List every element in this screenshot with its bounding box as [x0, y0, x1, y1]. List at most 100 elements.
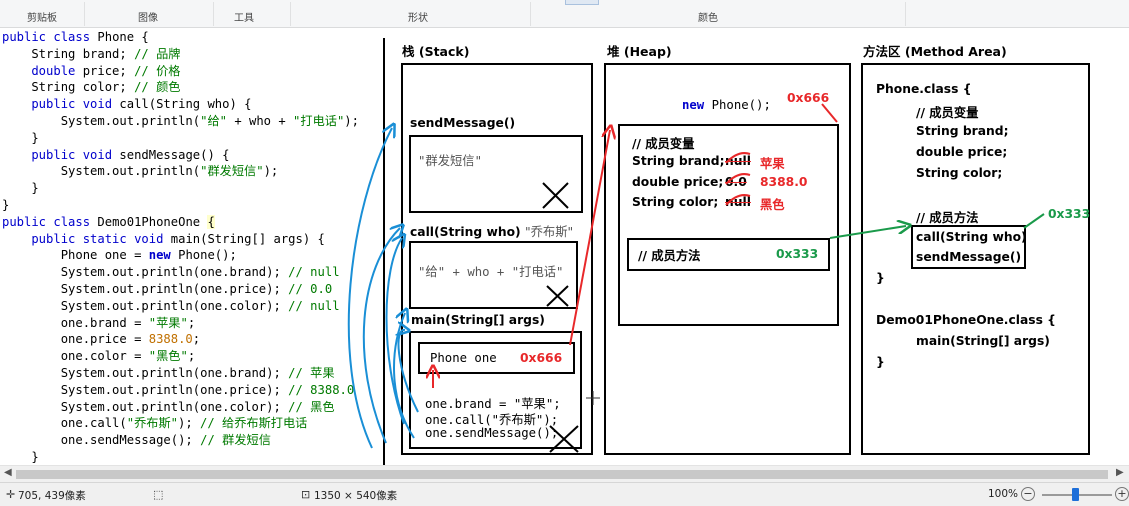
code-line: System.out.println(one.brand); // 苹果: [2, 365, 387, 382]
frame-sendmessage-body: "群发短信": [418, 154, 482, 168]
scrollbar-thumb[interactable]: [16, 470, 1108, 479]
code-token: double: [2, 63, 76, 78]
selection-icon: ⬚: [153, 488, 164, 501]
class-method: sendMessage(): [916, 250, 1022, 264]
new-constructor: Phone();: [711, 98, 771, 112]
field-brand-label: String brand;: [632, 154, 725, 168]
code-token: one.price =: [2, 332, 149, 347]
field-brand-old: null: [725, 154, 751, 168]
scroll-right-icon[interactable]: ▶: [1116, 467, 1124, 478]
class-members-title: // 成员变量: [916, 106, 979, 120]
code-token: // 给乔布斯打电话: [200, 416, 308, 431]
paint-canvas[interactable]: public class Phone { String brand; // 品牌…: [0, 28, 1129, 465]
zoom-slider-thumb[interactable]: [1071, 488, 1079, 501]
demo-main-method: main(String[] args): [916, 334, 1050, 348]
code-token: public void: [2, 97, 120, 112]
code-token: // 群发短信: [200, 433, 271, 448]
method-area-title: 方法区 (Method Area): [863, 44, 1007, 59]
frame-call-signature: call(String who): [410, 225, 521, 239]
new-keyword: new: [682, 98, 705, 112]
class-methods-address: 0x333: [1048, 207, 1091, 221]
image-size-icon: ⊡: [301, 488, 311, 501]
call-body-part: + who +: [445, 265, 512, 279]
ribbon-group-colors[interactable]: 颜色: [698, 9, 718, 24]
ribbon-group-tools[interactable]: 工具: [234, 9, 254, 24]
class-field: String brand;: [916, 124, 1009, 138]
code-token: public class: [2, 214, 98, 229]
object-methods-address: 0x333: [776, 247, 819, 261]
ribbon-group-image[interactable]: 图像: [138, 9, 158, 24]
code-token: Phone();: [178, 248, 237, 263]
code-line: public class Demo01PhoneOne {: [2, 214, 387, 231]
code-token: "黑色": [148, 349, 188, 364]
frame-label-sendmessage: sendMessage(): [410, 116, 516, 130]
variable-one-decl: Phone one: [430, 351, 497, 365]
heap-new-expression: new Phone();: [682, 98, 771, 112]
class-field: double price;: [916, 145, 1008, 159]
code-token: );: [178, 416, 201, 431]
code-token: main(String[] args) {: [170, 231, 325, 246]
ribbon-group-clipboard[interactable]: 剪贴板: [27, 9, 57, 24]
zoom-out-button[interactable]: −: [1021, 487, 1035, 501]
cursor-position: 705, 439像素: [18, 490, 86, 502]
ribbon-group-shapes[interactable]: 形状: [408, 9, 428, 24]
code-line: String brand; // 品牌: [2, 46, 387, 63]
zoom-level: 100%: [988, 488, 1019, 500]
code-token: String color;: [2, 80, 135, 95]
code-line: one.sendMessage(); // 群发短信: [2, 432, 387, 449]
code-line: public void call(String who) {: [2, 96, 387, 113]
frame-call-body: "给" + who + "打电话": [418, 262, 563, 280]
ribbon-handle[interactable]: [565, 0, 599, 5]
code-token: // 黑色: [288, 399, 335, 414]
code-token: Phone one =: [2, 248, 149, 263]
code-token: }: [2, 197, 10, 212]
class-field: String color;: [916, 166, 1003, 180]
code-line: System.out.println(one.price); // 8388.0: [2, 382, 387, 399]
code-token: }: [2, 130, 39, 145]
code-token: "乔布斯": [126, 416, 178, 431]
code-line: }: [2, 449, 387, 465]
code-token: "打电话": [293, 113, 345, 128]
field-color-old: null: [725, 195, 751, 209]
horizontal-scrollbar[interactable]: ◀ ▶: [0, 465, 1129, 482]
demo-class-header: Demo01PhoneOne.class {: [876, 313, 1056, 327]
phone-class-header: Phone.class {: [876, 82, 972, 96]
main-statement: one.sendMessage();: [425, 426, 559, 440]
code-line: System.out.println(one.color); // null: [2, 298, 387, 315]
class-method: call(String who): [916, 230, 1027, 244]
field-brand-new: 苹果: [760, 157, 785, 171]
code-token: Phone {: [97, 30, 149, 44]
code-token: public static void: [2, 231, 171, 246]
field-price-label: double price;: [632, 175, 724, 189]
code-line: System.out.println("群发短信");: [2, 163, 387, 180]
ribbon-separator: [84, 2, 85, 26]
code-token: 8388.0: [148, 332, 193, 347]
field-price-new: 8388.0: [760, 175, 808, 189]
code-line: }: [2, 197, 387, 214]
code-token: one.brand =: [2, 315, 149, 330]
scroll-left-icon[interactable]: ◀: [4, 467, 12, 478]
code-token: System.out.println(: [2, 113, 201, 128]
code-token: // 8388.0: [288, 382, 355, 397]
zoom-in-button[interactable]: +: [1115, 487, 1129, 501]
code-listing: public class Phone { String brand; // 品牌…: [2, 29, 387, 465]
field-color-new: 黑色: [760, 198, 785, 212]
code-token: System.out.println(one.brand);: [2, 265, 289, 280]
code-line: String color; // 颜色: [2, 79, 387, 96]
frame-sendmessage: [409, 135, 583, 213]
heap-title: 堆 (Heap): [607, 44, 672, 59]
code-token: // 0.0: [288, 281, 333, 296]
code-token: System.out.println(one.brand);: [2, 365, 289, 380]
code-token: + who +: [227, 113, 294, 128]
code-token: price;: [75, 63, 135, 78]
image-size: 1350 × 540像素: [314, 490, 398, 502]
code-token: one.call(: [2, 416, 127, 431]
code-line: double price; // 价格: [2, 63, 387, 80]
code-token: Demo01PhoneOne: [97, 214, 208, 229]
code-line: public static void main(String[] args) {: [2, 231, 387, 248]
code-line: System.out.println("给" + who + "打电话");: [2, 113, 387, 130]
code-token: String brand;: [2, 46, 135, 61]
variable-one-address: 0x666: [520, 351, 563, 365]
stack-title: 栈 (Stack): [402, 44, 470, 59]
code-line: one.brand = "苹果";: [2, 315, 387, 332]
